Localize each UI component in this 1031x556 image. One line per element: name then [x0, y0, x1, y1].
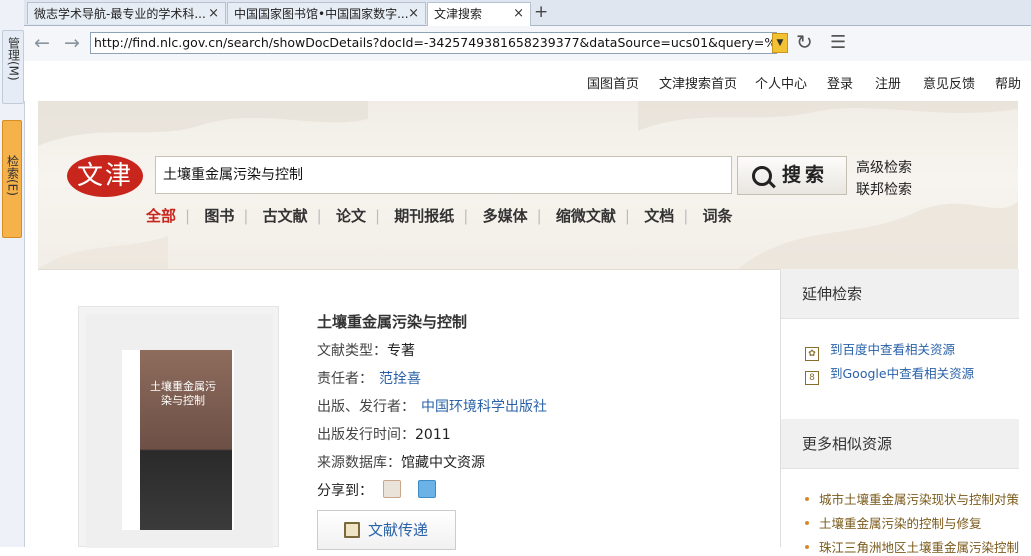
- link-wenjin-home[interactable]: 文津搜索首页: [659, 73, 737, 92]
- tab-papers[interactable]: 论文: [336, 205, 366, 226]
- document-delivery-label: 文献传递: [368, 521, 429, 539]
- record-author-row: 责任者： 范拴喜: [317, 368, 421, 388]
- qzone-share-icon[interactable]: [417, 480, 436, 498]
- record-share-row: 分享到：: [317, 480, 436, 500]
- forward-arrow-icon[interactable]: →: [64, 32, 80, 54]
- baidu-paw-icon: ✿: [805, 347, 819, 361]
- field-label: 来源数据库：: [317, 455, 401, 471]
- advanced-search-link[interactable]: 高级检索: [856, 157, 912, 179]
- search-button-label: 搜索: [782, 164, 829, 186]
- side-tab-manage[interactable]: 管理(M): [2, 30, 24, 104]
- back-arrow-icon[interactable]: ←: [34, 32, 50, 54]
- tab-documents[interactable]: 文档: [644, 205, 674, 226]
- similar-item-label: 城市土壤重金属污染现状与控制对策: [819, 492, 1020, 507]
- similar-item[interactable]: 城市土壤重金属污染现状与控制对策: [805, 489, 1019, 508]
- record-source-row: 来源数据库：馆藏中文资源: [317, 452, 485, 472]
- reload-icon[interactable]: ↻: [796, 30, 813, 54]
- google-link-label: 到Google中查看相关资源: [830, 366, 975, 381]
- address-dropdown-icon[interactable]: ▼: [772, 33, 788, 53]
- publisher-link[interactable]: 中国环境科学出版社: [421, 399, 547, 415]
- search-icon: [752, 166, 772, 186]
- search-input[interactable]: 土壤重金属污染与控制: [155, 156, 732, 194]
- tab-close-icon[interactable]: ×: [408, 3, 419, 24]
- link-register[interactable]: 注册: [875, 73, 901, 92]
- author-link[interactable]: 范拴喜: [379, 371, 421, 387]
- search-button[interactable]: 搜索: [737, 156, 847, 195]
- browser-tab-wenjin[interactable]: 文津搜索 ×: [427, 2, 531, 26]
- weibo-share-icon[interactable]: [383, 480, 402, 498]
- right-sidebar: 延伸检索 ✿ 到百度中查看相关资源 8 到Google中查看相关资源 更多相似资源 …: [780, 269, 1019, 555]
- link-nlc-home[interactable]: 国图首页: [587, 73, 639, 92]
- browser-tab-weizhi[interactable]: 微志学术导航-最专业的学术科... ×: [27, 2, 226, 24]
- bullet-icon: [805, 545, 809, 549]
- similar-resources-heading: 更多相似资源: [781, 419, 1019, 469]
- record-publisher-row: 出版、发行者： 中国环境科学出版社: [317, 396, 547, 416]
- baidu-link-label: 到百度中查看相关资源: [830, 342, 956, 357]
- record-type-row: 文献类型：专著: [317, 340, 415, 360]
- category-tabs: 全部 | 图书 | 古文献 | 论文 | 期刊报纸 | 多媒体 | 缩微文献 | 文档 | 词条: [146, 205, 733, 226]
- side-panel: 管理(M) 检索(E): [0, 0, 25, 547]
- field-label: 责任者：: [317, 371, 373, 387]
- browser-nav-bar: ← → http://find.nlc.gov.cn/search/showDo…: [24, 26, 1031, 62]
- book-cover-image: 土壤重金属污染与控制: [122, 350, 234, 530]
- address-bar[interactable]: http://find.nlc.gov.cn/search/showDocDet…: [90, 32, 777, 54]
- field-label: 文献类型：: [317, 343, 387, 359]
- federated-search-link[interactable]: 联邦检索: [856, 179, 912, 201]
- search-header: 文津 土壤重金属污染与控制 搜索 高级检索 联邦检索 全部 | 图书 | 古文献 | …: [38, 101, 1018, 270]
- similar-item[interactable]: 土壤重金属污染的控制与修复: [805, 513, 982, 532]
- tab-close-icon[interactable]: ×: [208, 3, 219, 24]
- tab-label: 中国国家图书馆•中国国家数字...: [234, 7, 409, 21]
- document-icon: [344, 522, 360, 538]
- tab-periodicals[interactable]: 期刊报纸: [394, 205, 454, 226]
- share-label: 分享到：: [317, 483, 373, 499]
- tab-label: 文津搜索: [434, 7, 483, 21]
- field-label: 出版、发行者：: [317, 399, 415, 415]
- menu-icon[interactable]: ☰: [830, 32, 846, 53]
- new-tab-icon[interactable]: +: [534, 2, 548, 22]
- google-icon: 8: [805, 371, 819, 385]
- record-title: 土壤重金属污染与控制: [317, 313, 468, 331]
- tab-ancient[interactable]: 古文献: [263, 205, 308, 226]
- link-login[interactable]: 登录: [827, 73, 853, 92]
- link-user-center[interactable]: 个人中心: [755, 73, 807, 92]
- baidu-link[interactable]: ✿ 到百度中查看相关资源: [805, 339, 955, 361]
- side-tab-search-label: 检索(E): [5, 155, 20, 196]
- link-help[interactable]: 帮助: [995, 73, 1021, 92]
- side-tab-manage-label: 管理(M): [6, 37, 21, 81]
- browser-tab-bar: 微志学术导航-最专业的学术科... × 中国国家图书馆•中国国家数字... × …: [24, 0, 1031, 26]
- tab-microform[interactable]: 缩微文献: [556, 205, 616, 226]
- bullet-icon: [805, 521, 809, 525]
- tab-multimedia[interactable]: 多媒体: [483, 205, 528, 226]
- tab-close-icon[interactable]: ×: [513, 3, 524, 25]
- advanced-links: 高级检索 联邦检索: [856, 157, 912, 201]
- field-value: 馆藏中文资源: [401, 455, 485, 471]
- document-delivery-button[interactable]: 文献传递: [317, 510, 456, 550]
- field-label: 出版发行时间：: [317, 427, 415, 443]
- similar-item-label: 珠江三角洲地区土壤重金属污染控制: [819, 540, 1020, 555]
- google-link[interactable]: 8 到Google中查看相关资源: [805, 363, 974, 385]
- book-cover-frame: 土壤重金属污染与控制: [78, 306, 279, 548]
- field-value: 专著: [387, 343, 415, 359]
- browser-tab-nlc[interactable]: 中国国家图书馆•中国国家数字... ×: [227, 2, 426, 24]
- tab-label: 微志学术导航-最专业的学术科...: [34, 7, 206, 21]
- site-top-links: 国图首页 文津搜索首页 个人中心 登录 注册 意见反馈 帮助: [24, 61, 1031, 101]
- field-value: 2011: [415, 427, 451, 443]
- extend-search-heading: 延伸检索: [781, 269, 1019, 319]
- side-tab-search[interactable]: 检索(E): [2, 120, 22, 238]
- book-cover-title: 土壤重金属污染与控制: [150, 380, 216, 407]
- link-feedback[interactable]: 意见反馈: [923, 73, 975, 92]
- similar-item-label: 土壤重金属污染的控制与修复: [819, 516, 982, 531]
- record-date-row: 出版发行时间：2011: [317, 424, 451, 444]
- tab-entries[interactable]: 词条: [703, 205, 733, 226]
- bullet-icon: [805, 497, 809, 501]
- wenjin-logo[interactable]: 文津: [67, 155, 143, 197]
- tab-books[interactable]: 图书: [204, 205, 234, 226]
- tab-all[interactable]: 全部: [146, 205, 176, 226]
